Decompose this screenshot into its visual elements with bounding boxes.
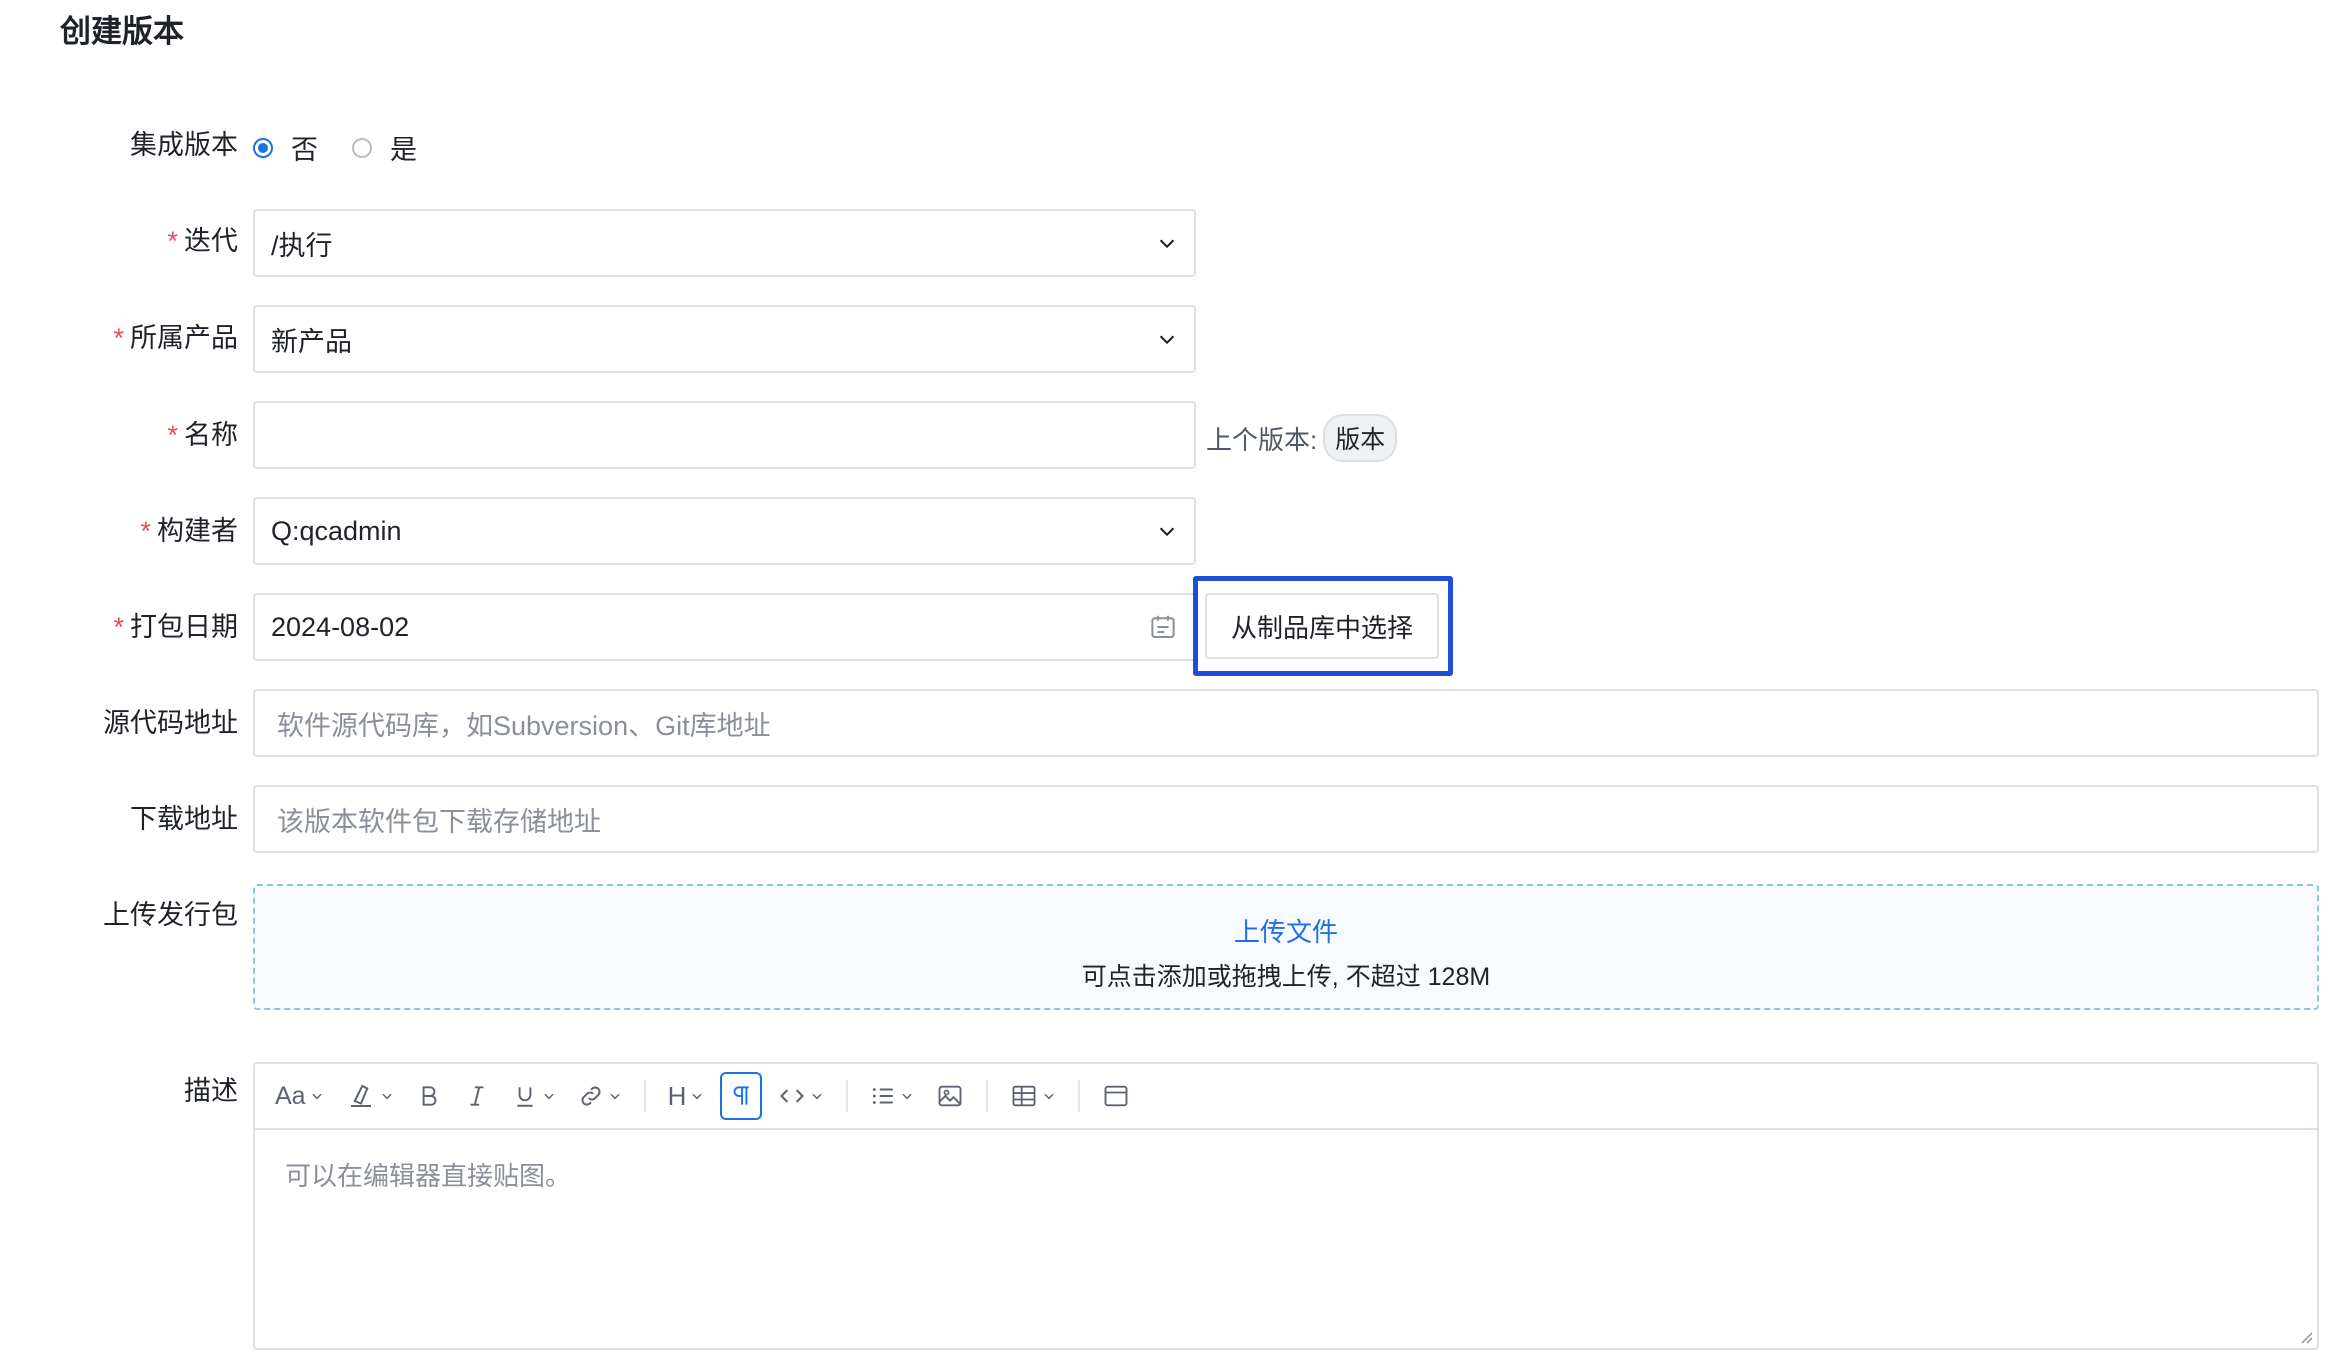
required-mark: * <box>167 420 178 450</box>
upload-file-link[interactable]: 上传文件 <box>255 912 2317 949</box>
highlight-icon <box>350 1084 371 1107</box>
paragraph-button[interactable] <box>720 1072 763 1120</box>
chevron-down-icon <box>812 1093 822 1100</box>
builder-select[interactable]: Q:qcadmin <box>253 497 1196 565</box>
chevron-down-icon <box>543 1093 554 1100</box>
previous-version-tag: 版本 <box>1323 414 1398 462</box>
table-dropdown[interactable] <box>1004 1074 1062 1118</box>
code-dropdown[interactable] <box>772 1074 830 1118</box>
chevron-down-icon <box>1044 1093 1054 1100</box>
description-label: 描述 <box>184 1076 238 1106</box>
link-dropdown[interactable] <box>572 1074 628 1118</box>
italic-icon <box>470 1086 484 1106</box>
page-title: 创建版本 <box>60 14 184 49</box>
description-editor: Aa H 可以在编辑器直接贴图。 <box>253 1062 2319 1350</box>
radio-unselected-icon[interactable] <box>352 137 372 158</box>
table-icon <box>1012 1085 1036 1107</box>
integrated-label: 集成版本 <box>130 130 238 160</box>
source-url-label: 源代码地址 <box>103 708 238 738</box>
resize-handle-icon[interactable] <box>2297 1328 2313 1344</box>
iteration-select[interactable]: /执行 <box>253 209 1196 277</box>
highlight-dropdown[interactable] <box>340 1074 400 1118</box>
list-icon <box>873 1088 894 1104</box>
required-mark: * <box>140 516 151 546</box>
heading-icon: H <box>667 1080 687 1111</box>
name-label: * 名称 <box>167 420 238 450</box>
editor-toolbar: Aa H <box>255 1064 2317 1130</box>
underline-icon <box>517 1087 533 1107</box>
toolbar-divider <box>986 1080 989 1112</box>
link-icon <box>581 1086 601 1106</box>
integrated-radio-yes[interactable]: 是 <box>352 128 417 167</box>
toolbar-divider <box>1078 1080 1081 1112</box>
required-mark: * <box>113 323 124 353</box>
image-button[interactable] <box>930 1074 970 1118</box>
chevron-down-icon <box>311 1093 322 1100</box>
chevron-down-icon <box>609 1093 620 1100</box>
builder-label: * 构建者 <box>140 516 238 546</box>
required-mark: * <box>113 612 124 642</box>
font-size-dropdown[interactable]: Aa <box>269 1074 330 1118</box>
iteration-label: * 迭代 <box>167 226 238 256</box>
bold-button[interactable] <box>410 1074 448 1118</box>
chevron-down-icon <box>381 1093 392 1100</box>
layout-icon <box>1104 1085 1128 1107</box>
code-icon <box>780 1089 805 1103</box>
select-from-artifact-repo-button[interactable]: 从制品库中选择 <box>1205 593 1439 659</box>
chevron-down-icon <box>902 1093 912 1100</box>
create-version-page: 创建版本 集成版本 否 是 * 迭代 /执行 * 所属产品 新产品 * 名称 上个版本… <box>0 0 2332 1362</box>
pack-date-picker[interactable]: 2024-08-02 <box>253 593 1196 661</box>
source-url-input[interactable]: 软件源代码库，如Subversion、Git库地址 <box>253 689 2319 757</box>
upload-package-label: 上传发行包 <box>103 900 238 930</box>
editor-placeholder: 可以在编辑器直接贴图。 <box>285 1161 572 1191</box>
paragraph-icon <box>733 1086 749 1105</box>
italic-button[interactable] <box>458 1074 496 1118</box>
upload-hint: 可点击添加或拖拽上传, 不超过 128M <box>1081 963 1491 991</box>
heading-dropdown[interactable]: H <box>662 1074 711 1118</box>
chevron-down-icon <box>1159 335 1175 345</box>
required-mark: * <box>167 226 178 256</box>
integrated-radio-group: 否 是 <box>253 128 451 167</box>
chevron-down-icon <box>1159 527 1175 537</box>
layout-button[interactable] <box>1096 1074 1136 1118</box>
toolbar-divider <box>846 1080 849 1112</box>
bold-icon <box>422 1086 437 1106</box>
toolbar-divider <box>643 1080 646 1112</box>
product-select[interactable]: 新产品 <box>253 305 1196 373</box>
download-url-label: 下载地址 <box>130 804 238 834</box>
previous-version-hint: 上个版本: 版本 <box>1206 414 1398 462</box>
integrated-radio-no[interactable]: 否 <box>253 128 318 167</box>
editor-content[interactable]: 可以在编辑器直接贴图。 <box>255 1130 2317 1219</box>
image-icon <box>938 1085 962 1107</box>
pack-date-label: * 打包日期 <box>113 612 238 642</box>
chevron-down-icon <box>1159 239 1175 249</box>
radio-selected-icon[interactable] <box>253 137 273 158</box>
download-url-input[interactable]: 该版本软件包下载存储地址 <box>253 785 2319 853</box>
underline-dropdown[interactable] <box>506 1074 562 1118</box>
list-dropdown[interactable] <box>864 1074 920 1118</box>
chevron-down-icon <box>692 1093 702 1100</box>
name-input[interactable] <box>253 401 1196 469</box>
calendar-icon[interactable] <box>1148 612 1178 642</box>
upload-dropzone[interactable]: 上传文件 可点击添加或拖拽上传, 不超过 128M <box>253 884 2319 1010</box>
font-size-icon: Aa <box>275 1081 306 1110</box>
product-label: * 所属产品 <box>113 323 238 353</box>
